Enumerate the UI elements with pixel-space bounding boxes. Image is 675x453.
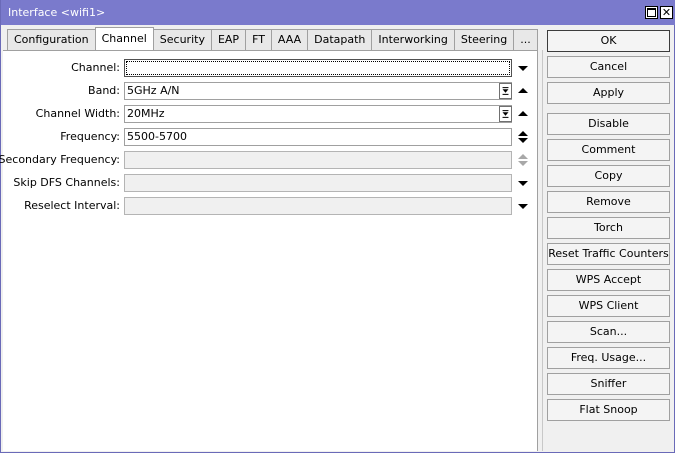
band-select[interactable]: 5GHz A/N [124, 82, 512, 100]
scan-button[interactable]: Scan... [547, 321, 670, 343]
tab-aaa[interactable]: AAA [270, 29, 308, 50]
chevron-down-icon[interactable] [517, 197, 529, 215]
comment-button[interactable]: Comment [547, 139, 670, 161]
sniffer-button[interactable]: Sniffer [547, 373, 670, 395]
secondary-frequency-label: Secondary Frequency: [0, 153, 120, 166]
interface-window: Interface <wifi1> ✕ Configuration Channe… [0, 0, 675, 453]
tab-eap[interactable]: EAP [210, 29, 246, 50]
channel-panel: Channel: Band: 5GHz A/N Channel Width: 2… [0, 50, 538, 451]
tab-interworking[interactable]: Interworking [371, 29, 454, 50]
channel-label: Channel: [71, 61, 120, 74]
tab-strip: Configuration Channel Security EAP FT AA… [7, 27, 538, 50]
ok-button[interactable]: OK [547, 30, 670, 52]
apply-button[interactable]: Apply [547, 82, 670, 104]
tab-steering[interactable]: Steering [453, 29, 514, 50]
window-title: Interface <wifi1> [8, 6, 106, 19]
skip-dfs-channels-field[interactable] [124, 174, 512, 192]
tab-ft[interactable]: FT [245, 29, 271, 50]
maximize-button[interactable] [645, 6, 658, 19]
tab-more[interactable]: ... [513, 29, 538, 50]
reset-traffic-counters-button[interactable]: Reset Traffic Counters [547, 243, 670, 265]
copy-button[interactable]: Copy [547, 165, 670, 187]
secondary-frequency-field [124, 151, 512, 169]
chevron-up-icon[interactable] [517, 82, 529, 100]
cancel-button[interactable]: Cancel [547, 56, 670, 78]
frequency-label: Frequency: [60, 130, 120, 143]
close-icon: ✕ [661, 6, 672, 19]
freq-usage-button[interactable]: Freq. Usage... [547, 347, 670, 369]
tab-channel[interactable]: Channel [94, 27, 154, 50]
channel-width-dropdown-icon[interactable] [499, 106, 512, 122]
channel-row: Channel: [3, 59, 538, 77]
title-bar[interactable]: Interface <wifi1> ✕ [1, 0, 675, 25]
maximize-icon [647, 8, 656, 17]
tab-security[interactable]: Security [153, 29, 211, 50]
channel-width-label: Channel Width: [35, 107, 120, 120]
wps-client-button[interactable]: WPS Client [547, 295, 670, 317]
torch-button[interactable]: Torch [547, 217, 670, 239]
tab-configuration[interactable]: Configuration [7, 29, 95, 50]
band-dropdown-icon[interactable] [499, 83, 512, 99]
panel-divider [542, 50, 543, 451]
chevron-down-icon[interactable] [517, 59, 529, 77]
skip-dfs-channels-row: Skip DFS Channels: [3, 174, 538, 192]
band-row: Band: 5GHz A/N [3, 82, 538, 100]
wps-accept-button[interactable]: WPS Accept [547, 269, 670, 291]
reselect-interval-label: Reselect Interval: [24, 199, 120, 212]
secondary-frequency-row: Secondary Frequency: [0, 151, 538, 169]
skip-dfs-channels-label: Skip DFS Channels: [13, 176, 120, 189]
channel-width-select[interactable]: 20MHz [124, 105, 512, 123]
flat-snoop-button[interactable]: Flat Snoop [547, 399, 670, 421]
channel-width-row: Channel Width: 20MHz [3, 105, 538, 123]
up-down-arrows-icon [518, 154, 528, 166]
channel-field[interactable] [124, 59, 512, 77]
close-button[interactable]: ✕ [660, 6, 673, 19]
chevron-down-icon[interactable] [517, 174, 529, 192]
chevron-up-icon[interactable] [517, 105, 529, 123]
frequency-row: Frequency: 5500-5700 [3, 128, 538, 146]
frequency-field[interactable]: 5500-5700 [124, 128, 512, 146]
reselect-interval-field[interactable] [124, 197, 512, 215]
band-label: Band: [88, 84, 120, 97]
tab-datapath[interactable]: Datapath [307, 29, 372, 50]
up-down-arrows-icon[interactable] [517, 128, 529, 146]
remove-button[interactable]: Remove [547, 191, 670, 213]
reselect-interval-row: Reselect Interval: [3, 197, 538, 215]
disable-button[interactable]: Disable [547, 113, 670, 135]
